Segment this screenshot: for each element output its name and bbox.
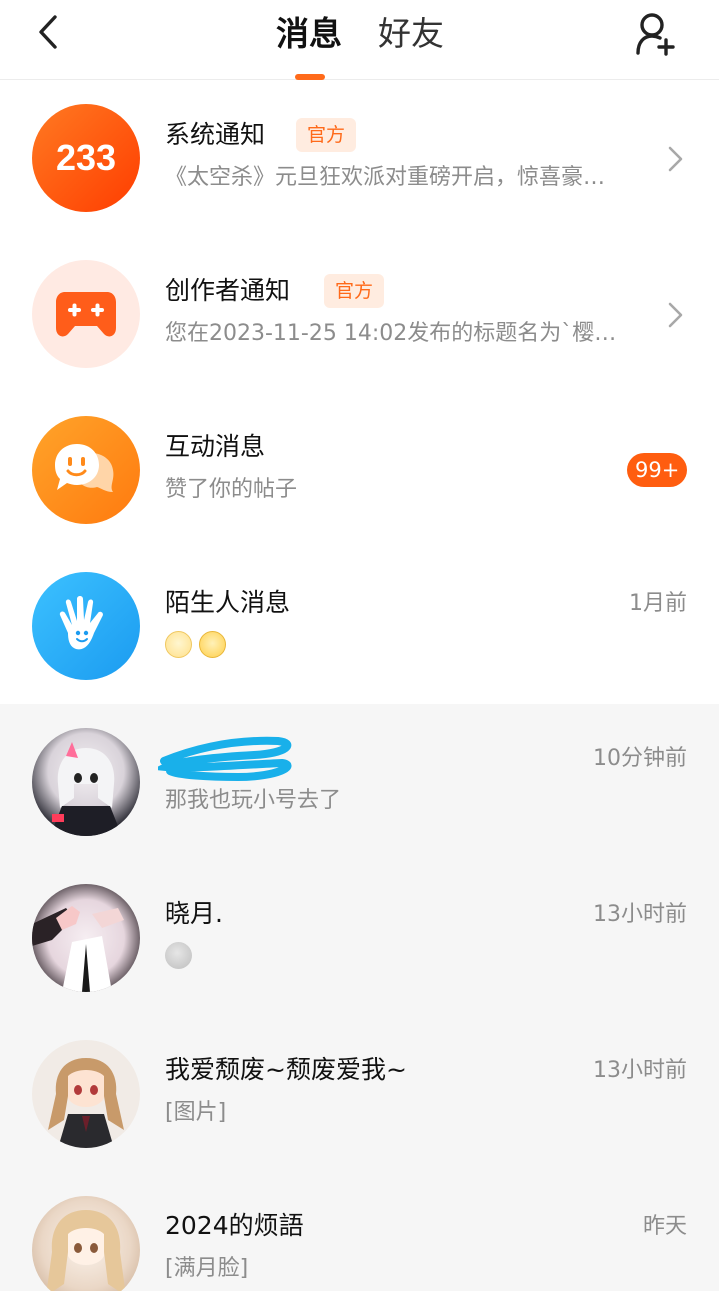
svg-text:233: 233	[56, 137, 116, 178]
row-preview: 《太空杀》元旦狂欢派对重磅开启，惊喜豪…	[165, 165, 606, 190]
interaction-messages-row[interactable]: 互动消息 赞了你的帖子 99+	[0, 393, 719, 549]
system-notice-row[interactable]: 233 系统通知 官方 《太空杀》元旦狂欢派对重磅开启，惊喜豪…	[0, 81, 719, 237]
row-title: 2024的烦語	[165, 1211, 304, 1240]
row-preview: 赞了你的帖子	[165, 477, 298, 502]
row-preview: 您在2023-11-25 14:02发布的标题名为`樱…	[165, 321, 617, 346]
row-title: 创作者通知	[165, 276, 291, 305]
row-preview: 那我也玩小号去了	[165, 788, 342, 813]
anime-avatar-hands	[32, 884, 140, 992]
emoji-preview	[165, 942, 194, 972]
row-time: 昨天	[642, 1214, 687, 1239]
back-arrow-icon[interactable]	[28, 10, 68, 54]
chevron-right-icon	[663, 144, 687, 174]
row-title: 我爱颓废~颓废爱我~	[165, 1055, 407, 1084]
creator-notice-row[interactable]: 创作者通知 官方 您在2023-11-25 14:02发布的标题名为`樱…	[0, 237, 719, 393]
sweat-smile-emoji	[199, 631, 227, 658]
active-tab-indicator	[295, 74, 325, 80]
tab-friends[interactable]: 好友	[378, 12, 444, 56]
row-preview: [满月脸]	[165, 1256, 249, 1281]
redacted-name-scribble	[151, 731, 300, 783]
row-time: 10分钟前	[593, 746, 687, 771]
anime-avatar-white-hair	[32, 728, 140, 836]
anime-avatar-blonde	[32, 1196, 140, 1291]
chat-row[interactable]: 2024的烦語 昨天 [满月脸]	[0, 1172, 719, 1291]
grey-smile-emoji	[165, 942, 192, 969]
chat-smiley-icon	[32, 416, 140, 524]
waving-hand-icon	[32, 572, 140, 680]
chevron-right-icon	[663, 300, 687, 330]
row-time: 1月前	[629, 591, 687, 616]
tab-messages[interactable]: 消息	[276, 12, 342, 56]
top-bar: 消息 好友	[0, 0, 719, 80]
chat-row[interactable]: 晓月. 13小时前	[0, 860, 719, 1016]
official-badge: 官方	[324, 274, 385, 308]
official-badge: 官方	[296, 118, 357, 152]
row-title: 互动消息	[165, 432, 266, 461]
row-title: 晓月.	[165, 899, 223, 928]
eye-roll-emoji	[165, 631, 192, 658]
gamepad-plus-icon	[32, 260, 140, 368]
stranger-messages-row[interactable]: 陌生人消息 1月前	[0, 549, 719, 705]
emoji-preview	[165, 631, 228, 661]
row-title: 陌生人消息	[165, 588, 291, 617]
anime-avatar-twintails	[32, 1040, 140, 1148]
row-title: 系统通知	[165, 120, 266, 149]
233-logo-icon: 233	[32, 104, 140, 212]
row-preview: [图片]	[165, 1100, 227, 1125]
unread-count-badge: 99+	[627, 453, 688, 487]
add-friend-icon[interactable]	[632, 8, 680, 58]
row-time: 13小时前	[593, 1058, 687, 1083]
row-time: 13小时前	[593, 902, 687, 927]
chat-row[interactable]: 我爱颓废~颓废爱我~ 13小时前 [图片]	[0, 1016, 719, 1172]
chat-row[interactable]: 10分钟前 那我也玩小号去了	[0, 704, 719, 860]
